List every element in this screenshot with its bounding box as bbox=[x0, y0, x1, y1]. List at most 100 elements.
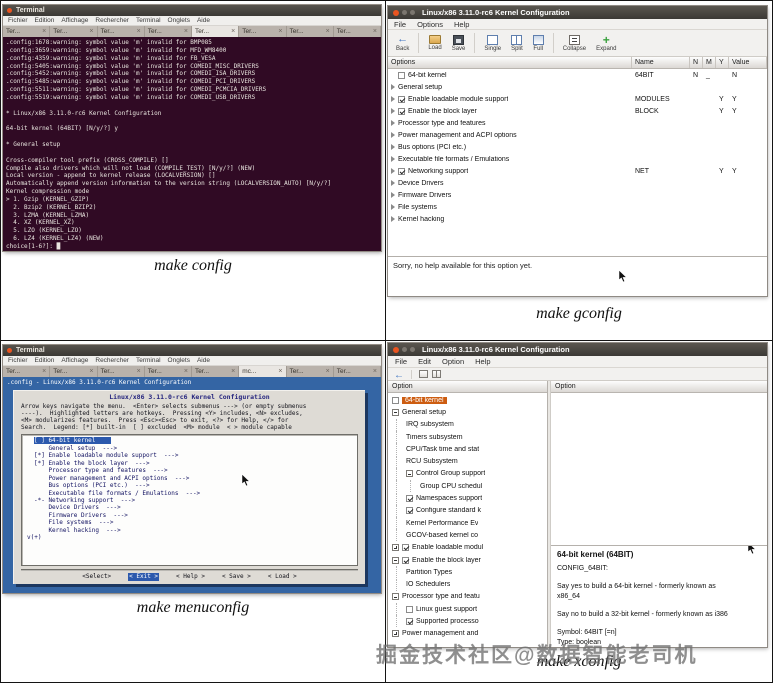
toolbar-single-button[interactable]: Single bbox=[480, 31, 505, 56]
toolbar-full-button[interactable]: Full bbox=[529, 31, 548, 56]
menu-entry[interactable]: [*] Enable loadable module support ---> bbox=[22, 452, 357, 459]
menu-terminal[interactable]: Terminal bbox=[136, 17, 161, 24]
checkbox-icon[interactable] bbox=[406, 605, 413, 613]
terminal-tab[interactable]: Ter... × bbox=[286, 26, 334, 37]
maximize-button[interactable] bbox=[410, 347, 415, 352]
dialog-button[interactable]: <Select> bbox=[82, 573, 111, 581]
menu-help[interactable]: Help bbox=[454, 20, 469, 29]
expander-icon[interactable] bbox=[391, 144, 395, 150]
config-row[interactable]: Kernel hacking bbox=[388, 213, 767, 225]
detail-column-header[interactable]: Option bbox=[551, 381, 767, 393]
dialog-button[interactable]: < Load > bbox=[268, 573, 297, 581]
column-header[interactable]: Y bbox=[716, 57, 729, 68]
menu-entry[interactable]: Processor type and features ---> bbox=[22, 467, 357, 474]
config-row[interactable]: Executable file formats / Emulations bbox=[388, 153, 767, 165]
menu-entry[interactable]: [ ] 64-bit kernel bbox=[22, 437, 357, 445]
close-icon[interactable]: × bbox=[42, 28, 46, 35]
xconfig-titlebar[interactable]: Linux/x86 3.11.0-rc6 Kernel Configuratio… bbox=[388, 343, 767, 356]
menu-edition[interactable]: Edition bbox=[35, 17, 55, 24]
tree-item[interactable]: GCOV-based kernel co bbox=[388, 529, 547, 542]
maximize-button[interactable] bbox=[410, 10, 415, 15]
expander-icon[interactable] bbox=[391, 216, 395, 222]
close-icon[interactable]: × bbox=[184, 28, 188, 35]
config-row[interactable]: General setup bbox=[388, 81, 767, 93]
checkbox-icon[interactable] bbox=[392, 396, 399, 404]
close-icon[interactable]: × bbox=[373, 368, 377, 375]
dialog-button[interactable]: < Save > bbox=[222, 573, 251, 581]
config-row[interactable]: Device Drivers bbox=[388, 177, 767, 189]
dialog-button[interactable]: < Help > bbox=[176, 573, 205, 581]
tree-item[interactable]: Kernel Performance Ev bbox=[388, 517, 547, 530]
tree-item[interactable]: Configure standard k bbox=[388, 504, 547, 517]
checkbox-icon[interactable] bbox=[398, 107, 405, 115]
menu-fichier[interactable]: Fichier bbox=[8, 357, 28, 364]
expander-icon[interactable] bbox=[391, 84, 395, 90]
close-icon[interactable]: × bbox=[137, 28, 141, 35]
terminal-titlebar[interactable]: Terminal bbox=[3, 345, 381, 356]
expander-icon[interactable] bbox=[391, 108, 395, 114]
tree-item[interactable]: Linux guest support bbox=[388, 603, 547, 616]
toolbar-back-button[interactable]: Back bbox=[392, 31, 413, 56]
close-icon[interactable]: × bbox=[184, 368, 188, 375]
tree-column-header[interactable]: Option bbox=[388, 381, 547, 393]
tree-item[interactable]: 64-bit kernel bbox=[388, 394, 547, 406]
checkbox-icon[interactable] bbox=[406, 495, 413, 503]
menu-entry[interactable]: Device Drivers ---> bbox=[22, 504, 357, 511]
menu-file[interactable]: File bbox=[394, 20, 406, 29]
column-header[interactable]: N bbox=[690, 57, 703, 68]
terminal-output[interactable]: .config:1678:warning: symbol value 'm' i… bbox=[3, 37, 381, 251]
checkbox-icon[interactable] bbox=[398, 71, 405, 79]
config-row[interactable]: File systems bbox=[388, 201, 767, 213]
tree-item[interactable]: Control Group support bbox=[388, 467, 547, 480]
tree-item[interactable]: IO Schedulers bbox=[388, 578, 547, 591]
close-icon[interactable]: × bbox=[89, 368, 93, 375]
menu-entry[interactable]: File systems ---> bbox=[22, 519, 357, 526]
menu-entry[interactable]: Bus options (PCI etc.) ---> bbox=[22, 482, 357, 489]
menu-aide[interactable]: Aide bbox=[197, 357, 210, 364]
toolbar-expand-button[interactable]: Expand bbox=[592, 31, 620, 56]
collapse-icon[interactable] bbox=[406, 470, 413, 478]
close-icon[interactable]: × bbox=[278, 368, 282, 375]
dialog-button[interactable]: < Exit > bbox=[128, 573, 160, 581]
tree-item[interactable]: Processor type and featu bbox=[388, 591, 547, 603]
config-row[interactable]: Power management and ACPI options bbox=[388, 129, 767, 141]
tree-item[interactable]: Group CPU schedul bbox=[388, 480, 547, 493]
config-row[interactable]: Enable loadable module support MODULES Y Y bbox=[388, 93, 767, 105]
terminal-tab[interactable]: Ter... × bbox=[97, 366, 145, 377]
terminal-tab[interactable]: Ter... × bbox=[144, 366, 192, 377]
menu-fichier[interactable]: Fichier bbox=[8, 17, 28, 24]
close-icon[interactable]: × bbox=[231, 368, 235, 375]
expander-icon[interactable] bbox=[391, 120, 395, 126]
terminal-tab[interactable]: Ter... × bbox=[333, 26, 381, 37]
option-detail-area[interactable] bbox=[551, 393, 767, 545]
close-icon[interactable]: × bbox=[326, 368, 330, 375]
close-icon[interactable]: × bbox=[137, 368, 141, 375]
terminal-tab[interactable]: Ter... × bbox=[192, 366, 240, 377]
collapse-icon[interactable] bbox=[392, 593, 399, 601]
close-icon[interactable]: × bbox=[231, 28, 235, 35]
close-icon[interactable]: × bbox=[42, 368, 46, 375]
terminal-tab[interactable]: Ter... × bbox=[144, 26, 192, 37]
menu-rechercher[interactable]: Rechercher bbox=[95, 17, 129, 24]
expander-icon[interactable] bbox=[391, 96, 395, 102]
config-row[interactable]: Enable the block layer BLOCK Y Y bbox=[388, 105, 767, 117]
menu-entry[interactable]: General setup ---> bbox=[22, 445, 357, 452]
expander-icon[interactable] bbox=[391, 192, 395, 198]
menu-affichage[interactable]: Affichage bbox=[61, 357, 88, 364]
toolbar-collapse-button[interactable]: Collapse bbox=[559, 31, 590, 56]
toolbar-split-button[interactable]: Split bbox=[507, 31, 527, 56]
menu-affichage[interactable]: Affichage bbox=[61, 17, 88, 24]
menu-onglets[interactable]: Onglets bbox=[168, 357, 190, 364]
menuconfig-screen[interactable]: .config - Linux/x86 3.11.0-rc6 Kernel Co… bbox=[3, 377, 381, 593]
checkbox-icon[interactable] bbox=[402, 544, 409, 552]
minimize-button[interactable] bbox=[402, 10, 407, 15]
menu-entry[interactable]: Firmware Drivers ---> bbox=[22, 512, 357, 519]
menu-edition[interactable]: Edition bbox=[35, 357, 55, 364]
checkbox-icon[interactable] bbox=[402, 556, 409, 564]
expander-icon[interactable] bbox=[391, 168, 395, 174]
close-button[interactable] bbox=[7, 348, 12, 353]
menu-aide[interactable]: Aide bbox=[197, 17, 210, 24]
checkbox-icon[interactable] bbox=[398, 167, 405, 175]
checkbox-icon[interactable] bbox=[406, 617, 413, 625]
expand-icon[interactable] bbox=[392, 630, 399, 638]
